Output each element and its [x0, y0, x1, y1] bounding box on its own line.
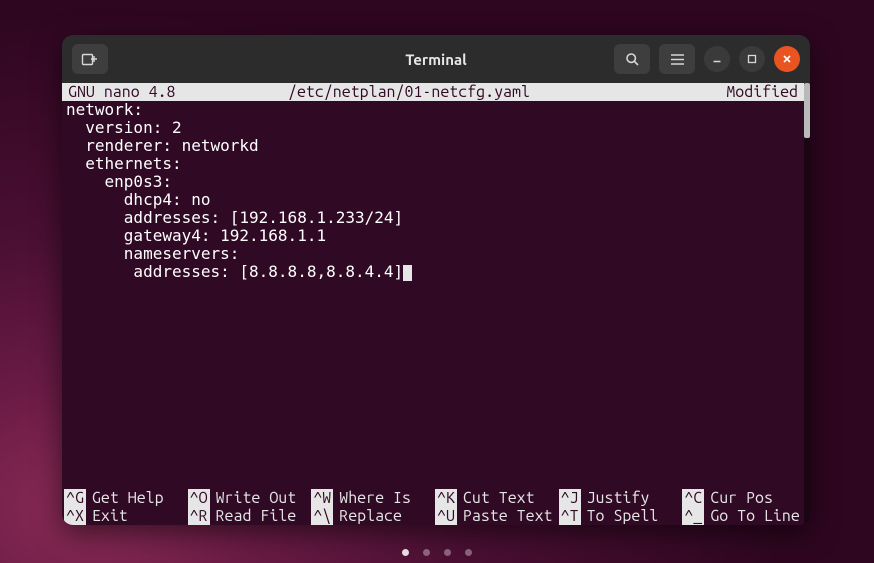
nano-shortcut: ^G Get Help [62, 489, 186, 507]
workspace-dot-2[interactable] [423, 549, 430, 556]
shortcut-label: Exit [92, 507, 128, 525]
terminal-body[interactable]: GNU nano 4.8 /etc/netplan/01-netcfg.yaml… [62, 83, 804, 525]
nano-shortcut: ^O Write Out [186, 489, 310, 507]
nano-shortcut: ^X Exit [62, 507, 186, 525]
shortcut-key: ^K [435, 489, 457, 507]
editor-line: nameservers: [66, 244, 239, 263]
terminal-window: Terminal [62, 35, 810, 525]
shortcut-key: ^J [559, 489, 581, 507]
nano-shortcut: ^J Justify [557, 489, 681, 507]
nano-statusbar: GNU nano 4.8 /etc/netplan/01-netcfg.yaml… [62, 83, 804, 101]
nano-help-bar: ^G Get Help ^O Write Out ^W Where Is ^K Cut Tex… [62, 489, 804, 525]
desktop: Terminal [0, 0, 874, 563]
nano-shortcut: ^\ Replace [309, 507, 433, 525]
shortcut-key: ^O [188, 489, 210, 507]
search-button[interactable] [614, 44, 650, 74]
titlebar: Terminal [62, 35, 810, 83]
close-icon [782, 54, 792, 64]
workspace-dot-3[interactable] [444, 549, 451, 556]
minimize-button[interactable] [704, 46, 730, 72]
editor-line: ethernets: [66, 154, 182, 173]
shortcut-key: ^R [188, 507, 210, 525]
shortcut-key: ^U [435, 507, 457, 525]
scrollbar[interactable] [804, 83, 810, 525]
shortcut-label: Paste Text [463, 507, 553, 525]
editor-line: addresses: [8.8.8.8,8.8.4.4] [66, 262, 403, 281]
minimize-icon [712, 54, 722, 64]
shortcut-label: Where Is [339, 489, 411, 507]
shortcut-label: Cur Pos [710, 489, 773, 507]
editor-line: dhcp4: no [66, 190, 211, 209]
shortcut-label: Cut Text [463, 489, 535, 507]
shortcut-key: ^C [682, 489, 704, 507]
nano-shortcut: ^K Cut Text [433, 489, 557, 507]
nano-modified-status: Modified [726, 83, 798, 101]
workspace-indicator[interactable] [402, 549, 472, 556]
editor-line: network: [66, 100, 143, 119]
nano-app-name: GNU nano 4.8 [68, 83, 288, 101]
shortcut-label: To Spell [587, 507, 659, 525]
shortcut-key: ^G [64, 489, 86, 507]
shortcut-label: Go To Line [710, 507, 800, 525]
shortcut-key: ^X [64, 507, 86, 525]
editor-line: version: 2 [66, 118, 182, 137]
nano-shortcut: ^_ Go To Line [680, 507, 804, 525]
editor-line: addresses: [192.168.1.233/24] [66, 208, 403, 227]
scrollbar-thumb[interactable] [804, 83, 810, 138]
nano-shortcut: ^W Where Is [309, 489, 433, 507]
nano-shortcut: ^T To Spell [557, 507, 681, 525]
shortcut-label: Get Help [92, 489, 164, 507]
close-button[interactable] [774, 46, 800, 72]
nano-shortcut: ^C Cur Pos [680, 489, 804, 507]
editor-line: renderer: networkd [66, 136, 259, 155]
shortcut-key: ^W [311, 489, 333, 507]
editor-line: enp0s3: [66, 172, 172, 191]
editor-line: gateway4: 192.168.1.1 [66, 226, 326, 245]
search-icon [625, 52, 640, 67]
maximize-icon [747, 54, 757, 64]
hamburger-icon [670, 53, 685, 66]
shortcut-label: Write Out [216, 489, 297, 507]
nano-shortcut: ^U Paste Text [433, 507, 557, 525]
shortcut-key: ^T [559, 507, 581, 525]
workspace-dot-1[interactable] [402, 549, 409, 556]
shortcut-label: Justify [587, 489, 650, 507]
shortcut-label: Read File [216, 507, 297, 525]
editor-content[interactable]: network: version: 2 renderer: networkd e… [62, 101, 804, 281]
workspace-dot-4[interactable] [465, 549, 472, 556]
nano-file-path: /etc/netplan/01-netcfg.yaml [288, 83, 726, 101]
maximize-button[interactable] [739, 46, 765, 72]
text-cursor [403, 265, 412, 281]
shortcut-label: Replace [339, 507, 402, 525]
menu-button[interactable] [659, 44, 695, 74]
shortcut-key: ^\ [311, 507, 333, 525]
nano-shortcut: ^R Read File [186, 507, 310, 525]
shortcut-key: ^_ [682, 507, 704, 525]
